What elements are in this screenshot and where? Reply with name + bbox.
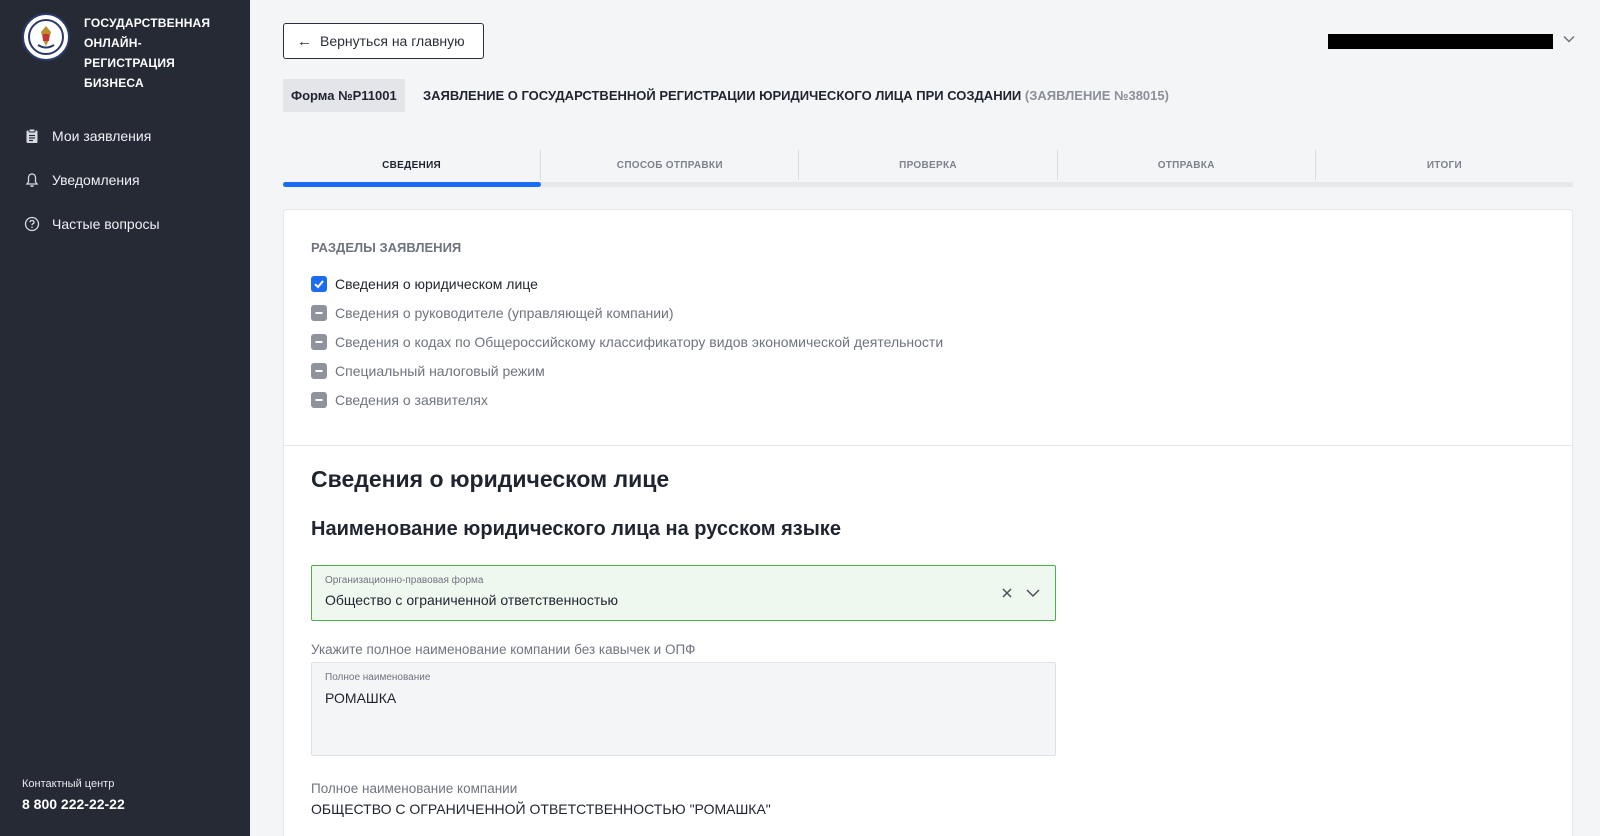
clear-icon[interactable] — [1000, 586, 1014, 600]
sidebar-item-label: Мои заявления — [52, 128, 152, 144]
application-sections: РАЗДЕЛЫ ЗАЯВЛЕНИЯ Сведения о юридическом… — [284, 210, 1572, 446]
legal-form-label: Организационно-правовая форма — [325, 575, 484, 586]
step-tab[interactable]: СВЕДЕНИЯ — [283, 150, 540, 180]
stepper: СВЕДЕНИЯ СПОСОБ ОТПРАВКИ ПРОВЕРКА ОТПРАВКА И… — [283, 150, 1573, 188]
clipboard-icon — [26, 128, 38, 143]
checkbox-indeterminate-icon[interactable] — [311, 362, 327, 379]
section-heading: Сведения о юридическом лице — [311, 466, 670, 492]
step-tab[interactable]: ОТПРАВКА — [1056, 150, 1315, 180]
sidebar-item-faq[interactable]: Частые вопросы — [0, 202, 250, 246]
name-hint: Укажите полное наименование компании без… — [311, 642, 696, 657]
application-number: (ЗАЯВЛЕНИЕ №38015) — [1024, 88, 1169, 103]
section-checklist-item[interactable]: Сведения о юридическом лице — [311, 269, 1545, 298]
brand[interactable]: ГОСУДАРСТВЕННАЯ ОНЛАЙН-РЕГИСТРАЦИЯ БИЗНЕ… — [22, 13, 224, 93]
fns-emblem-logo — [22, 13, 70, 61]
checkbox-indeterminate-icon[interactable] — [311, 304, 327, 321]
user-name-redacted[interactable] — [1328, 34, 1553, 49]
company-full-name-value: ОБЩЕСТВО С ОГРАНИЧЕННОЙ ОТВЕТСТВЕННОСТЬЮ… — [311, 801, 771, 817]
sections-title: РАЗДЕЛЫ ЗАЯВЛЕНИЯ — [311, 240, 462, 255]
legal-form-value: Общество с ограниченной ответственностью — [325, 592, 619, 608]
page-title: ЗАЯВЛЕНИЕ О ГОСУДАРСТВЕННОЙ РЕГИСТРАЦИИ … — [423, 88, 1169, 103]
subsection-heading: Наименование юридического лица на русско… — [311, 518, 841, 540]
contact-phone[interactable]: 8 800 222-22-22 — [22, 796, 125, 812]
sidebar: ГОСУДАРСТВЕННАЯ ОНЛАЙН-РЕГИСТРАЦИЯ БИЗНЕ… — [0, 0, 250, 836]
section-item-label: Специальный налоговый режим — [335, 362, 545, 379]
sidebar-item-notifications[interactable]: Уведомления — [0, 158, 250, 202]
arrow-left-icon: ← — [297, 32, 312, 50]
checkbox-checked-icon[interactable] — [311, 275, 327, 292]
sidebar-item-label: Частые вопросы — [52, 216, 160, 232]
progress-track — [283, 182, 1573, 187]
legal-form-select[interactable]: Организационно-правовая форма Общество с… — [311, 565, 1056, 621]
sidebar-item-my-applications[interactable]: Мои заявления — [0, 114, 250, 158]
section-item-label: Сведения о юридическом лице — [335, 275, 538, 292]
sidebar-nav: Мои заявления Уведомления Частые вопросы — [0, 114, 250, 246]
brand-title-line-3: БИЗНЕСА — [84, 76, 144, 90]
form-number-badge: Форма №Р11001 — [283, 79, 405, 112]
section-checklist-item[interactable]: Специальный налоговый режим — [311, 356, 1545, 385]
full-name-value[interactable]: РОМАШКА — [325, 690, 396, 706]
checkbox-indeterminate-icon[interactable] — [311, 391, 327, 408]
company-full-name-label: Полное наименование компании — [311, 781, 518, 796]
bell-icon — [25, 173, 39, 187]
chevron-down-icon[interactable] — [1562, 32, 1576, 46]
section-item-label: Сведения о руководителе (управляющей ком… — [335, 304, 674, 321]
brand-title-line-2: ОНЛАЙН-РЕГИСТРАЦИЯ — [84, 36, 175, 70]
sidebar-item-label: Уведомления — [52, 172, 140, 188]
section-checklist-item[interactable]: Сведения о руководителе (управляющей ком… — [311, 298, 1545, 327]
brand-title: ГОСУДАРСТВЕННАЯ ОНЛАЙН-РЕГИСТРАЦИЯ БИЗНЕ… — [84, 13, 224, 93]
section-checklist-item[interactable]: Сведения о кодах по Общероссийскому клас… — [311, 327, 1545, 356]
contact-label: Контактный центр — [22, 778, 115, 790]
step-tab[interactable]: ИТОГИ — [1314, 150, 1573, 180]
step-tab[interactable]: ПРОВЕРКА — [798, 150, 1056, 180]
section-item-label: Сведения о кодах по Общероссийскому клас… — [335, 333, 944, 350]
section-item-label: Сведения о заявителях — [335, 391, 488, 408]
back-button-label: Вернуться на главную — [320, 33, 465, 49]
question-circle-icon — [24, 216, 40, 232]
form-title-text: ЗАЯВЛЕНИЕ О ГОСУДАРСТВЕННОЙ РЕГИСТРАЦИИ … — [423, 88, 1022, 103]
section-checklist-item[interactable]: Сведения о заявителях — [311, 385, 1545, 414]
form-card: РАЗДЕЛЫ ЗАЯВЛЕНИЯ Сведения о юридическом… — [283, 209, 1573, 836]
step-tab[interactable]: СПОСОБ ОТПРАВКИ — [540, 150, 798, 180]
progress-fill — [283, 182, 541, 187]
full-name-field[interactable]: Полное наименование РОМАШКА — [311, 662, 1056, 756]
checkbox-indeterminate-icon[interactable] — [311, 333, 327, 350]
back-to-home-button[interactable]: ← Вернуться на главную — [283, 23, 484, 59]
full-name-label: Полное наименование — [325, 672, 431, 683]
contact-center: Контактный центр 8 800 222-22-22 — [22, 778, 125, 812]
chevron-down-icon[interactable] — [1025, 586, 1041, 600]
brand-title-line-1: ГОСУДАРСТВЕННАЯ — [84, 16, 211, 30]
